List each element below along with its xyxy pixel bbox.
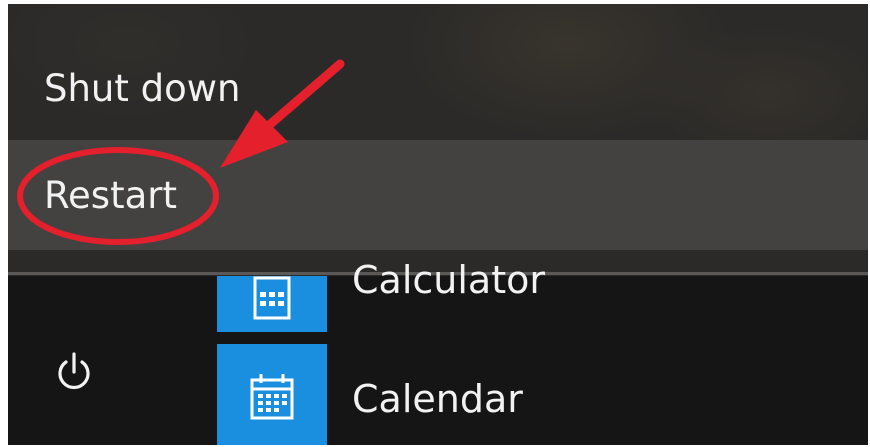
shut-down-label: Shut down [44, 66, 241, 110]
screenshot-frame: Shut down Restart Calculator Calendar [8, 4, 868, 445]
calendar-tile[interactable] [217, 344, 327, 445]
start-menu: Calculator Calendar [8, 258, 868, 445]
shut-down-menu-item[interactable]: Shut down [8, 34, 868, 142]
restart-menu-item[interactable]: Restart [8, 140, 868, 250]
calculator-label[interactable]: Calculator [352, 258, 545, 302]
calendar-icon [250, 374, 294, 420]
power-menu: Shut down Restart [8, 4, 868, 276]
calculator-tile[interactable] [217, 276, 327, 332]
power-icon[interactable] [54, 350, 94, 394]
restart-label: Restart [44, 173, 177, 217]
calendar-label[interactable]: Calendar [352, 377, 523, 421]
calculator-icon [253, 276, 291, 320]
